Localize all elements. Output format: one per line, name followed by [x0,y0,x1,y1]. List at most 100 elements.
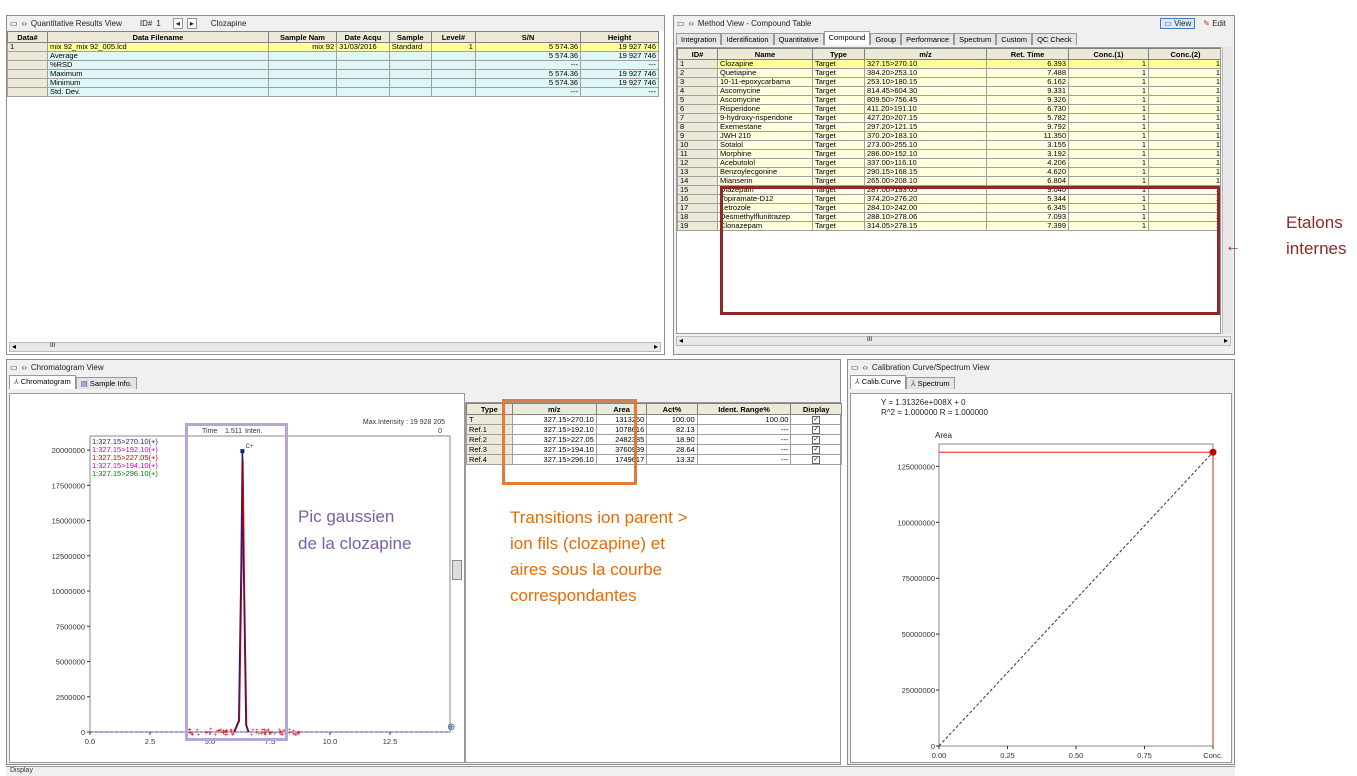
display-checkbox-cell[interactable]: ✓ [791,445,842,455]
column-header[interactable]: Data# [8,32,48,43]
peak-annotation: Pic gaussien de la clozapine [298,503,411,557]
column-header[interactable]: Sample Nam [268,32,336,43]
table-row[interactable]: 2 Quetiapine Target 384.20>253.10 7.488 1 1 [678,69,1222,78]
calibration-plot-area[interactable]: Y = 1.31326e+008X + 0 R^2 = 1.000000 R = … [850,393,1232,763]
id-value: 1 [156,19,160,28]
tab-integration[interactable]: Integration [676,33,721,45]
tab-compound[interactable]: Compound [824,31,871,45]
expand-arrows-icon[interactable]: ‹› [22,363,27,372]
method-vscrollbar[interactable] [1222,47,1232,334]
display-checkbox[interactable]: ✓ [812,446,820,454]
display-checkbox[interactable]: ✓ [812,426,820,434]
display-checkbox-cell[interactable]: ✓ [791,455,842,465]
y-tick-label: 75000000 [902,574,935,583]
table-cell: 1 [1149,150,1222,159]
expand-arrows-icon[interactable]: ‹› [22,19,27,28]
display-checkbox-cell[interactable]: ✓ [791,415,842,425]
table-cell: 297.20>121.15 [865,123,987,132]
table-cell: --- [697,425,791,435]
r-squared: R^2 = 1.000000 R = 1.000000 [881,408,989,417]
table-row[interactable]: 5 Ascomycine Target 809.50>756.45 9.326 1 1 [678,96,1222,105]
table-row[interactable]: 6 Risperidone Target 411.20>191.10 6.730 1 1 [678,105,1222,114]
tab-qc-check[interactable]: QC Check [1032,33,1077,45]
tab-quantitative[interactable]: Quantitative [774,33,824,45]
table-cell: 6 [678,105,718,114]
table-row[interactable]: %RSD --- --- [8,61,659,70]
tab-group[interactable]: Group [870,33,901,45]
tab-calib-curve[interactable]: ⅄ Calib.Curve [850,375,906,389]
zoom-icon[interactable]: ⊕ [447,722,455,733]
scroll-right-arrow-icon[interactable]: ▸ [654,342,658,351]
view-button[interactable]: ▭ View [1160,18,1195,29]
y-tick-label: 12500000 [52,552,85,561]
panel-menu-icon[interactable]: ▭ [10,19,18,28]
display-checkbox[interactable]: ✓ [812,436,820,444]
tab-custom[interactable]: Custom [996,33,1032,45]
column-header[interactable]: Act% [647,404,697,415]
display-checkbox[interactable]: ✓ [812,416,820,424]
chrom-title-bar: ▭ ‹› Chromatogram View [7,360,840,375]
table-row[interactable]: 7 9-hydroxy-risperidone Target 427.20>207.1… [678,114,1222,123]
column-header[interactable]: Level# [431,32,475,43]
column-header[interactable]: Conc.(1) [1069,49,1149,60]
table-cell: 4.620 [987,168,1069,177]
table-row[interactable]: 4 Ascomycine Target 814.45>604.30 9.331 1 1 [678,87,1222,96]
table-row[interactable]: 9 JWH 210 Target 370.20>183.10 11.350 1 1 [678,132,1222,141]
scroll-thumb[interactable]: III [50,343,55,349]
table-row[interactable]: 11 Morphine Target 286.00>152.10 3.192 1 1 [678,150,1222,159]
next-id-button[interactable]: ▸ [187,18,197,29]
tab-spectrum[interactable]: ⅄ Spectrum [906,377,955,389]
column-header[interactable]: Data Filename [47,32,268,43]
table-row[interactable]: 12 Acebutolol Target 337.00>116.10 4.206 1 1 [678,159,1222,168]
display-checkbox[interactable]: ✓ [812,456,820,464]
column-header[interactable]: m/z [865,49,987,60]
column-header[interactable]: Name [718,49,813,60]
table-row[interactable]: 3 10-11-epoxycarbama Target 253.10>180.15 6.… [678,78,1222,87]
prev-id-button[interactable]: ◂ [173,18,183,29]
column-header[interactable]: ID# [678,49,718,60]
table-cell: 16 [678,195,718,204]
scroll-left-arrow-icon[interactable]: ◂ [679,336,683,345]
scroll-right-arrow-icon[interactable]: ▸ [1224,336,1228,345]
expand-arrows-icon[interactable]: ‹› [863,363,868,372]
table-row[interactable]: 1 mix 92_mix 92_005.lcd mix 92 31/03/2016 St… [8,43,659,52]
column-header[interactable]: S/N [475,32,580,43]
column-header[interactable]: Ret. Time [987,49,1069,60]
tab-sample-info[interactable]: ▤ Sample Info. [76,377,137,389]
display-checkbox-cell[interactable]: ✓ [791,425,842,435]
splitter-handle[interactable] [452,560,462,580]
table-row[interactable]: 8 Exemestane Target 297.20>121.15 9.792 1 1 [678,123,1222,132]
table-cell: Average [47,52,268,61]
table-cell [337,61,390,70]
table-row[interactable]: Minimum 5 574.36 19 927 746 [8,79,659,88]
method-hscrollbar[interactable]: ◂ III ▸ [676,336,1231,346]
tab-performance[interactable]: Performance [901,33,954,45]
display-checkbox-cell[interactable]: ✓ [791,435,842,445]
panel-menu-icon[interactable]: ▭ [10,363,18,372]
panel-menu-icon[interactable]: ▭ [851,363,859,372]
scroll-thumb[interactable]: III [867,337,872,343]
edit-button[interactable]: ✎ Edit [1203,19,1226,28]
table-row[interactable]: 13 Benzoylecgonine Target 290.15>168.15 4.62… [678,168,1222,177]
column-header[interactable]: Display [791,404,842,415]
scroll-left-arrow-icon[interactable]: ◂ [12,342,16,351]
table-row[interactable]: Average 5 574.36 19 927 746 [8,52,659,61]
table-row[interactable]: Maximum 5 574.36 19 927 746 [8,70,659,79]
column-header[interactable]: Conc.(2) [1149,49,1222,60]
tab-spectrum[interactable]: Spectrum [954,33,996,45]
table-row[interactable]: 10 Sotalol Target 273.00>255.10 3.155 1 1 [678,141,1222,150]
table-row[interactable]: 14 Mianserin Target 265.00>208.10 6.804 1 1 [678,177,1222,186]
column-header[interactable]: Sample [389,32,431,43]
quant-hscrollbar[interactable]: ◂ III ▸ [9,342,661,352]
tab-chromatogram[interactable]: ⅄ Chromatogram [9,375,76,389]
column-header[interactable]: Height [581,32,659,43]
column-header[interactable]: Type [813,49,865,60]
expand-arrows-icon[interactable]: ‹› [689,19,694,28]
table-row[interactable]: 1 Clozapine Target 327.15>270.10 6.393 1 1 [678,60,1222,69]
panel-menu-icon[interactable]: ▭ [677,19,685,28]
table-cell: 17 [678,204,718,213]
table-row[interactable]: Std. Dev. --- --- [8,88,659,97]
column-header[interactable]: Ident. Range% [697,404,791,415]
column-header[interactable]: Date Acqu [337,32,390,43]
tab-identification[interactable]: Identification [721,33,773,45]
